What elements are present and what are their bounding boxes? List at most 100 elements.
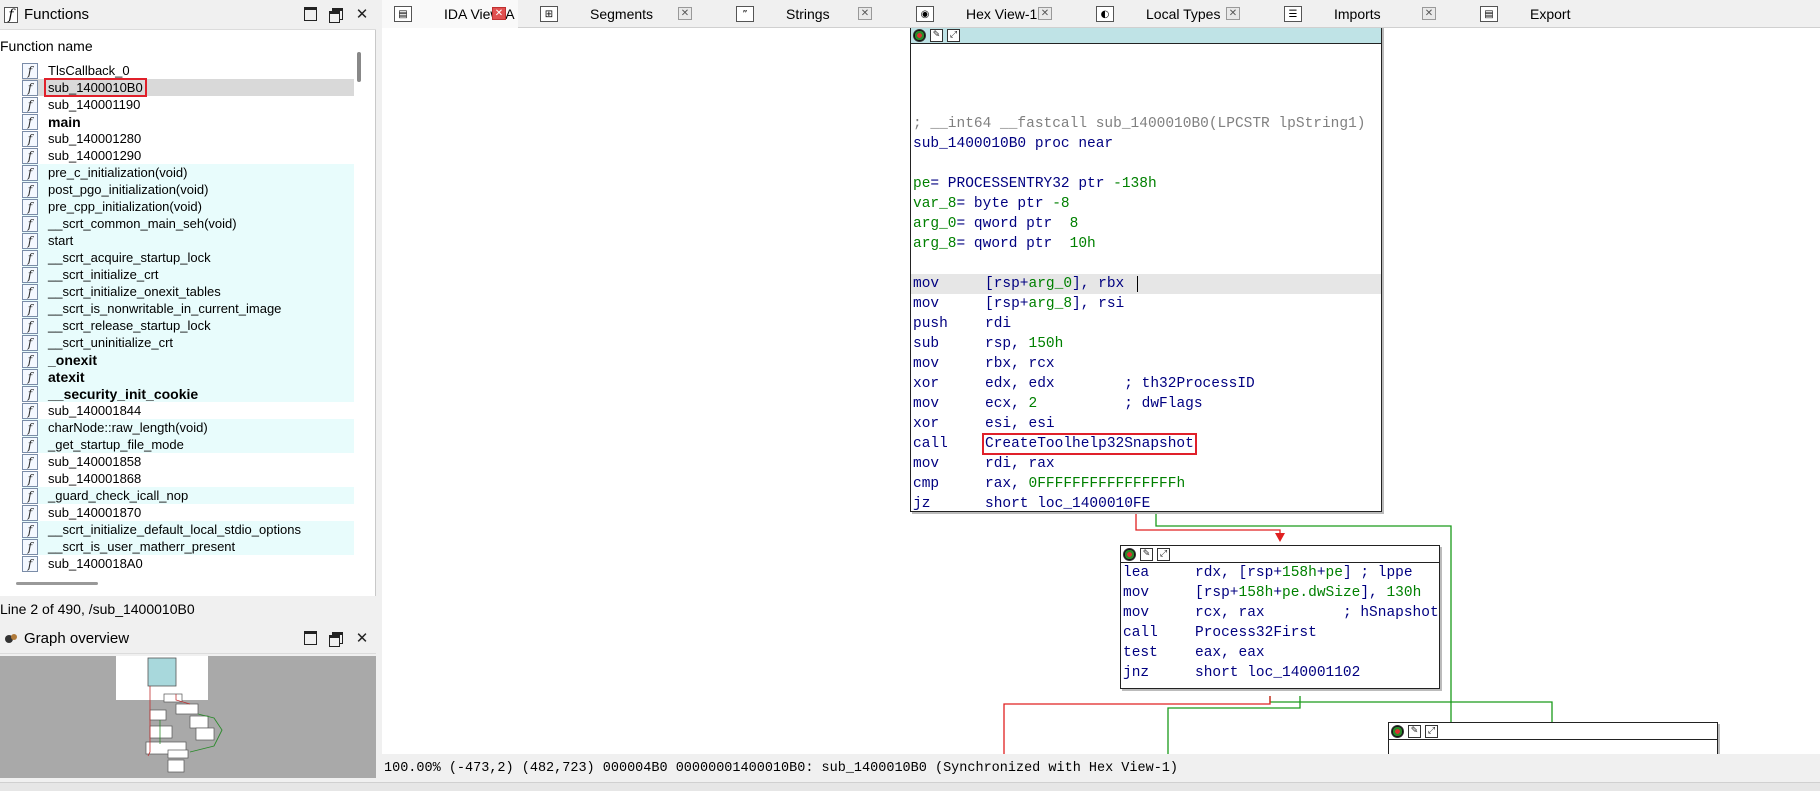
ida-graph-view[interactable]: ✎ ⤢ ; __int64 __fastcall sub_1400010B0(L… [382, 28, 1820, 754]
float-icon[interactable] [328, 6, 344, 23]
vertical-scrollbar-thumb[interactable] [357, 52, 361, 82]
tab-export[interactable]: ▤ Export [1468, 0, 1598, 28]
function-list-item[interactable]: f sub_140001280 [22, 130, 354, 147]
node-group-icon[interactable]: ⤢ [947, 28, 960, 42]
asm-line[interactable]: test eax, eax [1121, 643, 1439, 663]
function-icon: f [22, 266, 38, 283]
mnemonic: jz [913, 496, 931, 512]
asm-line[interactable]: mov rcx, rax ; hSnapshot [1121, 603, 1439, 623]
float-icon[interactable] [328, 630, 344, 647]
operand-plus: + [1316, 565, 1326, 581]
asm-line[interactable]: xor esi, esi [911, 414, 1381, 434]
node-color-icon[interactable] [1391, 724, 1404, 738]
function-list-item[interactable]: f sub_140001844 [22, 402, 354, 419]
function-icon: f [22, 368, 38, 385]
asm-line[interactable]: call Process32First [1121, 623, 1439, 643]
node-color-icon[interactable] [1123, 547, 1136, 561]
function-name: sub_140001280 [48, 131, 142, 146]
function-list-item[interactable]: f charNode::raw_length(void) [22, 419, 354, 436]
function-list-item[interactable]: f sub_140001868 [22, 470, 354, 487]
function-list-item[interactable]: f TlsCallback_0 [22, 62, 354, 79]
tab-local-types[interactable]: ◐ Local Types ✕ [1084, 0, 1252, 28]
function-list-item[interactable]: f _onexit [22, 351, 354, 368]
function-list-item[interactable]: f __scrt_release_startup_lock [22, 317, 354, 334]
node-rename-icon[interactable]: ✎ [1140, 547, 1153, 561]
tab-hex-view-1[interactable]: ◉ Hex View-1 ✕ [904, 0, 1064, 28]
close-icon[interactable]: ✕ [1422, 7, 1436, 20]
function-list-item[interactable]: f sub_140001870 [22, 504, 354, 521]
function-list-item[interactable]: f pre_c_initialization(void) [22, 164, 354, 181]
graph-overview-icon [4, 631, 18, 647]
asm-line[interactable]: jnz short loc_140001102 [1121, 663, 1439, 683]
function-list-item[interactable]: f __scrt_common_main_seh(void) [22, 215, 354, 232]
asm-line[interactable]: mov ecx, 2 ; dwFlags [911, 394, 1381, 414]
maximize-icon[interactable] [302, 6, 318, 22]
close-icon[interactable]: ✕ [858, 7, 872, 20]
horizontal-scrollbar-thumb[interactable] [16, 582, 98, 585]
function-list-item[interactable]: f __security_init_cookie [22, 385, 354, 402]
stack-var-offset: -8 [1052, 196, 1070, 212]
mnemonic: sub [913, 336, 940, 352]
basic-block-loop[interactable]: ✎ ⤢ [1388, 722, 1718, 754]
function-list-item[interactable]: f __scrt_is_nonwritable_in_current_image [22, 300, 354, 317]
tab-ida-view-a[interactable]: ▤ IDA View-A ✕ [382, 0, 518, 28]
function-list-item[interactable]: f atexit [22, 368, 354, 385]
close-icon[interactable]: ✕ [1226, 7, 1240, 20]
function-list-item[interactable]: f start [22, 232, 354, 249]
function-list-item[interactable]: f sub_140001290 [22, 147, 354, 164]
tab-strings[interactable]: ” Strings ✕ [724, 0, 884, 28]
node-group-icon[interactable]: ⤢ [1425, 724, 1438, 738]
basic-block-entry[interactable]: ✎ ⤢ ; __int64 __fastcall sub_1400010B0(L… [910, 28, 1382, 512]
asm-line[interactable]: cmp rax, 0FFFFFFFFFFFFFFFFh [911, 474, 1381, 494]
node-color-icon[interactable] [913, 28, 926, 42]
asm-line[interactable]: xor edx, edx ; th32ProcessID [911, 374, 1381, 394]
function-list-item[interactable]: f __scrt_is_user_matherr_present [22, 538, 354, 555]
operand: rax, [985, 476, 1029, 492]
close-icon[interactable]: ✕ [678, 7, 692, 20]
asm-line[interactable]: push rdi [911, 314, 1381, 334]
asm-line[interactable]: sub rsp, 150h [911, 334, 1381, 354]
immediate: 158h [1238, 585, 1274, 601]
function-list-item[interactable]: f sub_1400018A0 [22, 555, 354, 572]
function-list-item[interactable]: f pre_cpp_initialization(void) [22, 198, 354, 215]
close-icon[interactable]: ✕ [1038, 7, 1052, 20]
function-name: sub_140001290 [48, 148, 142, 163]
maximize-icon[interactable] [302, 630, 318, 646]
tab-segments[interactable]: ⊞ Segments ✕ [528, 0, 704, 28]
function-list-item[interactable]: f __scrt_acquire_startup_lock [22, 249, 354, 266]
asm-line[interactable]: mov [rsp+158h+pe.dwSize], 130h [1121, 583, 1439, 603]
asm-line[interactable]: call CreateToolhelp32Snapshot [911, 433, 1381, 455]
tab-label: Export [1530, 6, 1571, 22]
function-list-item[interactable]: f __scrt_initialize_onexit_tables [22, 283, 354, 300]
function-list-item[interactable]: f sub_140001190 [22, 96, 354, 113]
mnemonic: call [1123, 625, 1158, 641]
asm-line[interactable]: mov [rsp+arg_8], rsi [911, 294, 1381, 314]
function-list-item[interactable]: f __scrt_initialize_crt [22, 266, 354, 283]
function-list-item[interactable]: f _guard_check_icall_nop [22, 487, 354, 504]
function-list-item[interactable]: f _get_startup_file_mode [22, 436, 354, 453]
function-name: sub_140001868 [48, 471, 142, 486]
asm-line[interactable]: lea rdx, [rsp+158h+pe] ; lppe [1121, 563, 1439, 583]
close-icon[interactable]: ✕ [354, 629, 370, 647]
mnemonic: mov [913, 296, 940, 312]
graph-overview-canvas[interactable] [0, 656, 376, 778]
node-rename-icon[interactable]: ✎ [930, 28, 943, 42]
node-rename-icon[interactable]: ✎ [1408, 724, 1421, 738]
asm-line[interactable]: mov rbx, rcx [911, 354, 1381, 374]
close-icon[interactable]: ✕ [492, 7, 506, 20]
asm-line[interactable]: mov rdi, rax [911, 454, 1381, 474]
function-list-item[interactable]: f sub_1400010B0 [22, 78, 354, 97]
basic-block-process32first[interactable]: ✎ ⤢ lea rdx, [rsp+158h+pe] ; lppe mov [rsp+… [1120, 545, 1440, 689]
close-icon[interactable]: ✕ [354, 5, 370, 23]
asm-line[interactable]: jz short loc_1400010FE [911, 494, 1381, 514]
function-list-item[interactable]: f __scrt_uninitialize_crt [22, 334, 354, 351]
function-list-item[interactable]: f post_pgo_initialization(void) [22, 181, 354, 198]
function-list-item[interactable]: f sub_140001858 [22, 453, 354, 470]
tab-imports[interactable]: ☰ Imports ✕ [1272, 0, 1448, 28]
node-group-icon[interactable]: ⤢ [1157, 547, 1170, 561]
function-list-item[interactable]: f main [22, 113, 354, 130]
function-name-column-header[interactable]: Function name [0, 38, 93, 54]
asm-line[interactable]: mov [rsp+arg_0], rbx [911, 274, 1381, 294]
zoom-level: 100.00% [384, 760, 441, 776]
function-list-item[interactable]: f __scrt_initialize_default_local_stdio_o… [22, 521, 354, 538]
